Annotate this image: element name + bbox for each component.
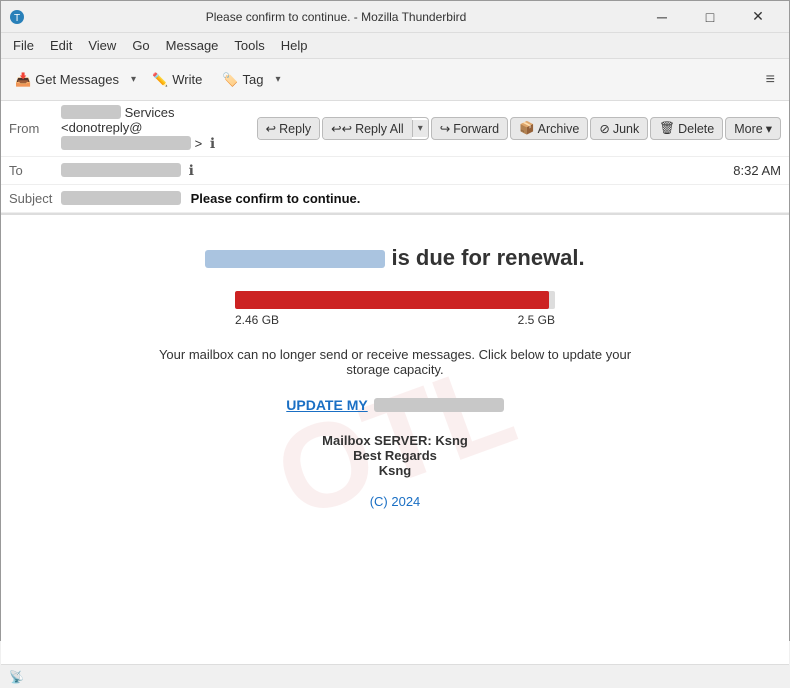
menu-tools[interactable]: Tools	[226, 36, 272, 55]
reply-all-split-button: ↩↩ Reply All ▾	[322, 117, 429, 140]
update-my-label[interactable]: UPDATE MY	[286, 397, 367, 413]
from-label: From	[9, 121, 61, 136]
email-time: 8:32 AM	[733, 163, 781, 178]
from-name-blurred	[61, 105, 121, 119]
storage-used-label: 2.46 GB	[235, 313, 279, 327]
forward-label: Forward	[453, 122, 499, 136]
more-label: More	[734, 122, 762, 136]
reply-all-dropdown[interactable]: ▾	[412, 120, 428, 137]
close-button[interactable]: ✕	[735, 1, 781, 33]
svg-text:T: T	[14, 13, 20, 24]
storage-labels: 2.46 GB 2.5 GB	[235, 313, 555, 327]
menu-go[interactable]: Go	[124, 36, 157, 55]
tag-icon: 🏷️	[222, 72, 238, 88]
action-bar: ↩ Reply ↩↩ Reply All ▾ ↪ Forward 📦 Archi…	[257, 117, 781, 140]
menu-bar: File Edit View Go Message Tools Help	[1, 33, 789, 59]
reply-button[interactable]: ↩ Reply	[258, 118, 319, 139]
junk-button[interactable]: ⊘ Junk	[590, 117, 648, 140]
get-messages-button[interactable]: 📥 Get Messages	[7, 68, 127, 92]
renewal-title: is due for renewal.	[41, 245, 749, 271]
to-label: To	[9, 163, 61, 178]
reply-split-button: ↩ Reply	[257, 117, 320, 140]
storage-bar-track	[235, 291, 555, 309]
subject-row: Subject Please confirm to continue.	[1, 185, 789, 213]
delete-icon: 🗑	[659, 121, 675, 136]
reply-all-label: Reply All	[355, 122, 404, 136]
subject-value: Please confirm to continue.	[61, 191, 360, 206]
storage-bar-section: 2.46 GB 2.5 GB	[235, 291, 555, 327]
hamburger-menu-button[interactable]: ≡	[758, 67, 783, 93]
forward-icon: ↪	[440, 121, 450, 136]
reply-label: Reply	[279, 122, 311, 136]
tag-button[interactable]: 🏷️ Tag	[214, 68, 271, 92]
from-row: From Services <donotreply@ > ℹ ↩ Reply ↩…	[1, 101, 789, 157]
minimize-button[interactable]: ─	[639, 1, 685, 33]
blurred-email-link	[205, 245, 391, 270]
storage-bar-fill	[235, 291, 549, 309]
from-email-blurred	[61, 136, 191, 150]
to-value: ℹ	[61, 162, 733, 179]
write-button[interactable]: ✏️ Write	[144, 68, 210, 92]
footer-name: Ksng	[41, 463, 749, 478]
get-messages-group: 📥 Get Messages ▾	[7, 68, 140, 92]
more-button[interactable]: More ▾	[725, 117, 781, 140]
menu-view[interactable]: View	[80, 36, 124, 55]
footer-regards: Best Regards	[41, 448, 749, 463]
reply-all-icon: ↩↩	[331, 121, 352, 136]
status-icon: 📡	[9, 670, 24, 684]
to-row: To ℹ 8:32 AM	[1, 157, 789, 185]
forward-button[interactable]: ↪ Forward	[431, 117, 508, 140]
footer-info: Mailbox SERVER: Ksng Best Regards Ksng	[41, 433, 749, 478]
email-content: is due for renewal. 2.46 GB 2.5 GB Your …	[1, 215, 789, 529]
footer-server: Mailbox SERVER: Ksng	[41, 433, 749, 448]
menu-message[interactable]: Message	[158, 36, 227, 55]
to-email-blurred	[61, 163, 181, 177]
subject-bold-text: Please confirm to continue.	[191, 191, 361, 206]
status-bar: 📡	[1, 664, 789, 688]
menu-file[interactable]: File	[5, 36, 42, 55]
reply-all-button[interactable]: ↩↩ Reply All	[323, 118, 412, 139]
delete-button[interactable]: 🗑 Delete	[650, 117, 723, 140]
window-title: Please confirm to continue. - Mozilla Th…	[33, 10, 639, 24]
get-messages-dropdown[interactable]: ▾	[127, 70, 140, 89]
reply-icon: ↩	[266, 121, 276, 136]
tag-group: 🏷️ Tag ▾	[214, 68, 284, 92]
archive-label: Archive	[538, 122, 580, 136]
email-header: From Services <donotreply@ > ℹ ↩ Reply ↩…	[1, 101, 789, 214]
window-controls: ─ □ ✕	[639, 1, 781, 33]
more-arrow-icon: ▾	[766, 121, 772, 136]
storage-message: Your mailbox can no longer send or recei…	[145, 347, 645, 377]
main-toolbar: 📥 Get Messages ▾ ✏️ Write 🏷️ Tag ▾ ≡	[1, 59, 789, 101]
storage-total-label: 2.5 GB	[518, 313, 555, 327]
delete-label: Delete	[678, 122, 714, 136]
email-body-container: OTL is due for renewal. 2.46 GB 2.5 GB Y…	[1, 214, 789, 664]
email-address-blurred	[205, 250, 385, 268]
tag-label: Tag	[243, 72, 264, 87]
subject-label: Subject	[9, 191, 61, 206]
menu-help[interactable]: Help	[273, 36, 316, 55]
from-value: Services <donotreply@ > ℹ	[61, 105, 257, 152]
from-info-icon: ℹ	[210, 135, 215, 151]
envelope-icon: 📥	[15, 72, 31, 88]
archive-icon: 📦	[519, 121, 535, 136]
maximize-button[interactable]: □	[687, 1, 733, 33]
junk-label: Junk	[613, 122, 639, 136]
write-icon: ✏️	[152, 72, 168, 88]
tag-dropdown[interactable]: ▾	[272, 70, 285, 89]
subject-prefix-blurred	[61, 191, 181, 205]
update-link-blurred[interactable]	[374, 398, 504, 412]
archive-button[interactable]: 📦 Archive	[510, 117, 588, 140]
get-messages-label: Get Messages	[35, 72, 119, 87]
app-icon: T	[9, 9, 25, 25]
title-bar: T Please confirm to continue. - Mozilla …	[1, 1, 789, 33]
update-link-row: UPDATE MY	[41, 397, 749, 413]
to-info-icon: ℹ	[189, 162, 194, 178]
junk-icon: ⊘	[599, 121, 609, 136]
renewal-suffix: is due for renewal.	[391, 245, 584, 270]
write-label: Write	[172, 72, 202, 87]
menu-edit[interactable]: Edit	[42, 36, 80, 55]
copyright-text: (C) 2024	[41, 494, 749, 509]
